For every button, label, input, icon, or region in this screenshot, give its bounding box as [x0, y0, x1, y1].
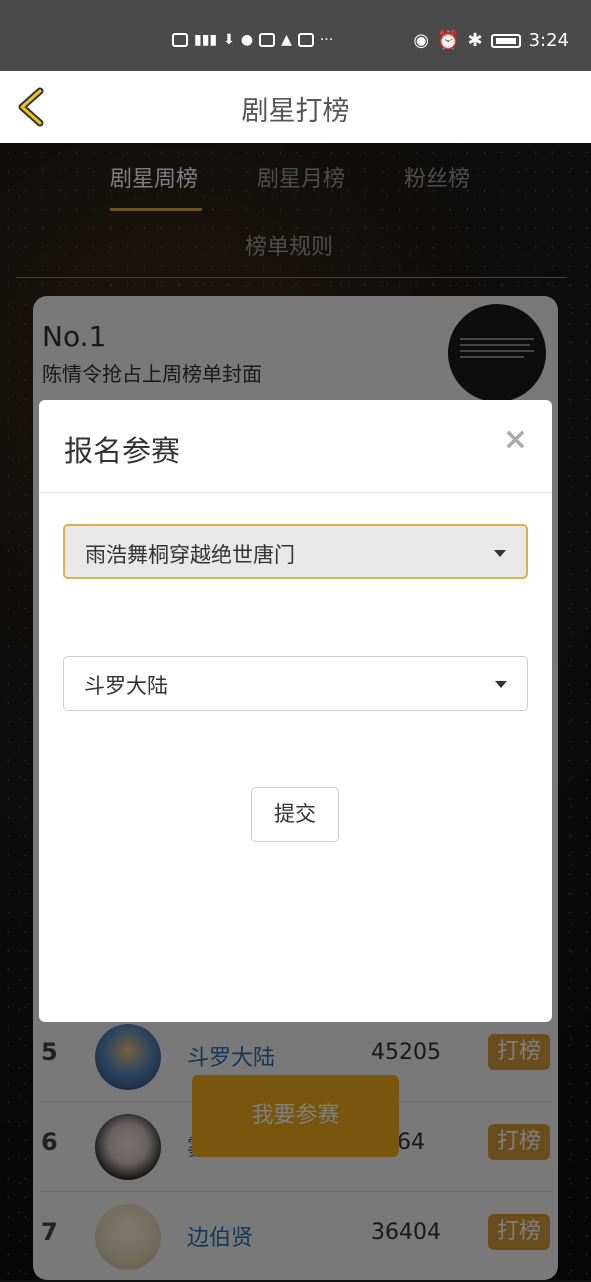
- modal-header-divider: [39, 492, 552, 493]
- close-icon[interactable]: ×: [503, 422, 528, 457]
- modal-title: 报名参赛: [64, 434, 181, 468]
- candidate-select-value: 雨浩舞桐穿越绝世唐门: [85, 543, 295, 567]
- hd-icon: [172, 33, 188, 47]
- wechat-icon: ●: [240, 32, 254, 48]
- candidate-select[interactable]: 雨浩舞桐穿越绝世唐门: [63, 524, 528, 579]
- qq-icon: ▲: [281, 32, 292, 48]
- status-time: 3:24: [528, 30, 569, 51]
- drama-select-value: 斗罗大陆: [84, 674, 168, 698]
- alarm-icon: ⏰: [437, 30, 460, 51]
- status-icons-left: ▮▮▮ ⬇ ● ▲ ···: [172, 32, 333, 48]
- chevron-down-icon: [494, 550, 506, 557]
- nav-bar: 剧星打榜: [0, 71, 591, 143]
- status-bar: ▮▮▮ ⬇ ● ▲ ··· ◉ ⏰ ✱ 3:24: [0, 0, 591, 71]
- more-indicator: ···: [319, 32, 334, 48]
- download-icon: ⬇: [223, 32, 235, 48]
- eye-icon: ◉: [413, 30, 430, 51]
- submit-button[interactable]: 提交: [251, 787, 339, 842]
- app-icon: [259, 33, 276, 47]
- drama-select[interactable]: 斗罗大陆: [63, 656, 528, 711]
- battery-icon: [490, 33, 521, 48]
- page-title: 剧星打榜: [241, 96, 350, 127]
- sogou-icon: [297, 33, 314, 47]
- signup-modal: 报名参赛 × 雨浩舞桐穿越绝世唐门 斗罗大陆 提交: [39, 400, 552, 1022]
- signal-4g-icon: ▮▮▮: [194, 32, 218, 48]
- bluetooth-icon: ✱: [467, 30, 483, 51]
- status-icons-right: ◉ ⏰ ✱ 3:24: [413, 30, 569, 51]
- chevron-down-icon: [495, 681, 507, 688]
